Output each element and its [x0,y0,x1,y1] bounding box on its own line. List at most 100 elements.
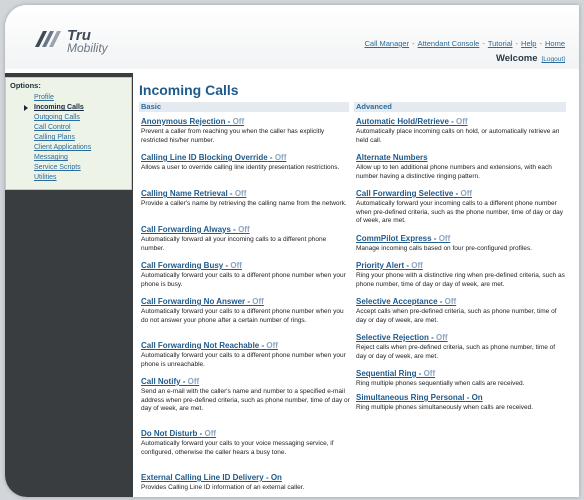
feature-item: Alternate Numbers Allow up to ten additio… [356,153,566,181]
feature-name: Priority Alert [356,261,405,270]
feature-status: Off [238,225,250,234]
logo-text-mobility: Mobility [67,41,108,55]
feature-item: Call Forwarding Not Reachable - Off Autom… [141,341,351,369]
options-title: Options: [10,81,41,90]
feature-status: Off [232,117,245,126]
sidebar-link[interactable]: Incoming Calls [34,104,84,111]
feature-name: Selective Rejection [356,333,429,342]
sidebar-link[interactable]: Client Applications [34,144,91,151]
nav-call-manager[interactable]: Call Manager [364,39,409,48]
feature-link[interactable]: Alternate Numbers [356,153,566,163]
feature-name: Alternate Numbers [356,153,428,162]
feature-name: Anonymous Rejection [141,117,226,126]
feature-link[interactable]: CommPilot Express - Off [356,234,566,244]
feature-link[interactable]: Calling Name Retrieval - Off [141,189,351,199]
nav-attendant-console[interactable]: Attendant Console [418,39,480,48]
feature-link[interactable]: Call Notify - Off [141,377,351,387]
feature-link[interactable]: Call Forwarding No Answer - Off [141,297,351,307]
feature-item: Call Forwarding Busy - Off Automatically … [141,261,351,289]
top-nav: Call Manager - Attendant Console - Tutorial -… [364,39,565,48]
feature-status: Off [266,341,278,350]
feature-item: Selective Rejection - Off Reject calls wh… [356,333,566,361]
feature-name: CommPilot Express [356,234,432,243]
feature-description: Provides Calling Line ID information of … [141,484,305,491]
feature-status: Off [187,377,200,386]
sidebar-item-outgoing-calls: Outgoing Calls [6,113,131,123]
feature-link[interactable]: Call Forwarding Not Reachable - Off [141,341,351,351]
feature-item: Automatic Hold/Retrieve - Off Automatical… [356,117,566,145]
feature-link[interactable]: Call Forwarding Selective - Off [356,189,566,199]
advanced-header: Advanced [354,102,566,112]
sidebar-link[interactable]: Messaging [34,154,68,161]
feature-link[interactable]: Selective Rejection - Off [356,333,566,343]
feature-item: Calling Name Retrieval - Off Provide a ca… [141,189,351,209]
welcome-text: Welcome [495,53,538,64]
sidebar-item-client-applications: Client Applications [6,143,131,153]
basic-header: Basic [139,102,349,112]
feature-item: Do Not Disturb - Off Automatically forwar… [141,429,351,457]
feature-link[interactable]: Sequential Ring - Off [356,369,566,379]
sidebar: Options: Profile Incoming Calls Outgoing C… [5,73,133,497]
feature-name: Call Forwarding No Answer [141,297,246,306]
feature-description: Reject calls when pre-defined criteria, … [356,344,556,360]
nav-home[interactable]: Home [545,39,565,48]
feature-status: On [270,473,282,482]
feature-status: On [471,393,483,402]
feature-description: Prevent a caller from reaching you when … [141,128,325,144]
feature-name: Call Forwarding Not Reachable [141,341,260,350]
feature-name: Selective Acceptance [356,297,438,306]
feature-description: Manage incoming calls based on four pre-… [356,245,532,252]
feature-description: Allow up to ten additional phone numbers… [356,164,552,180]
feature-status: Off [460,189,473,198]
feature-item: Call Forwarding No Answer - Off Automatic… [141,297,351,325]
feature-name: Calling Line ID Blocking Override [141,153,268,162]
feature-description: Automatically forward all your incoming … [141,236,327,252]
feature-description: Automatically forward your incoming call… [356,200,564,224]
feature-link[interactable]: External Calling Line ID Delivery - On [141,473,351,483]
trumobility-logo[interactable]: Tru Mobility [33,25,123,57]
feature-status: Off [204,429,217,438]
logout-link[interactable]: [Logout] [542,56,566,63]
sidebar-link[interactable]: Profile [34,94,54,101]
feature-item: External Calling Line ID Delivery - On Pr… [141,473,351,493]
feature-name: Call Notify [141,377,181,386]
feature-status: Off [456,117,468,126]
header: Tru Mobility Call Manager - Attendant Cons… [5,5,579,69]
sidebar-link[interactable]: Call Control [34,124,71,131]
feature-description: Ring your phone with a distinctive ring … [356,272,565,288]
sidebar-item-calling-plans: Calling Plans [6,133,131,143]
feature-description: Send an e-mail with the caller's name an… [141,388,350,412]
welcome-bar: Welcome [Logout] [496,53,565,64]
feature-description: Automatically forward your calls to a di… [141,308,344,324]
sidebar-link[interactable]: Outgoing Calls [34,114,80,121]
feature-link[interactable]: Priority Alert - Off [356,261,566,271]
feature-description: Accept calls when pre-defined criteria, … [356,308,557,324]
nav-help[interactable]: Help [521,39,536,48]
nav-tutorial[interactable]: Tutorial [488,39,513,48]
sidebar-item-call-control: Call Control [6,123,131,133]
feature-description: Automatically forward your calls to a di… [141,352,346,368]
feature-status: Off [252,297,264,306]
feature-description: Automatically forward your calls to a di… [141,272,346,288]
feature-item: Calling Line ID Blocking Override - Off A… [141,153,351,173]
feature-link[interactable]: Call Forwarding Busy - Off [141,261,351,271]
page-title: Incoming Calls [139,82,239,98]
sidebar-item-service-scripts: Service Scripts [6,163,131,173]
feature-status: Off [444,297,457,306]
main-content: Incoming Calls Basic Advanced Anonymous … [139,82,569,491]
feature-name: External Calling Line ID Delivery [141,473,264,482]
sidebar-link[interactable]: Service Scripts [34,164,81,171]
feature-link[interactable]: Do Not Disturb - Off [141,429,351,439]
feature-name: Do Not Disturb [141,429,198,438]
feature-description: Automatically forward your calls to your… [141,440,334,456]
sidebar-link[interactable]: Calling Plans [34,134,75,141]
feature-name: Calling Name Retrieval [141,189,228,198]
feature-link[interactable]: Anonymous Rejection - Off [141,117,351,127]
sidebar-link[interactable]: Utilities [34,174,57,181]
feature-link[interactable]: Simultaneous Ring Personal - On [356,393,566,403]
feature-link[interactable]: Call Forwarding Always - Off [141,225,351,235]
feature-link[interactable]: Automatic Hold/Retrieve - Off [356,117,566,127]
feature-item: Call Forwarding Selective - Off Automatic… [356,189,566,226]
feature-link[interactable]: Selective Acceptance - Off [356,297,566,307]
feature-link[interactable]: Calling Line ID Blocking Override - Off [141,153,351,163]
